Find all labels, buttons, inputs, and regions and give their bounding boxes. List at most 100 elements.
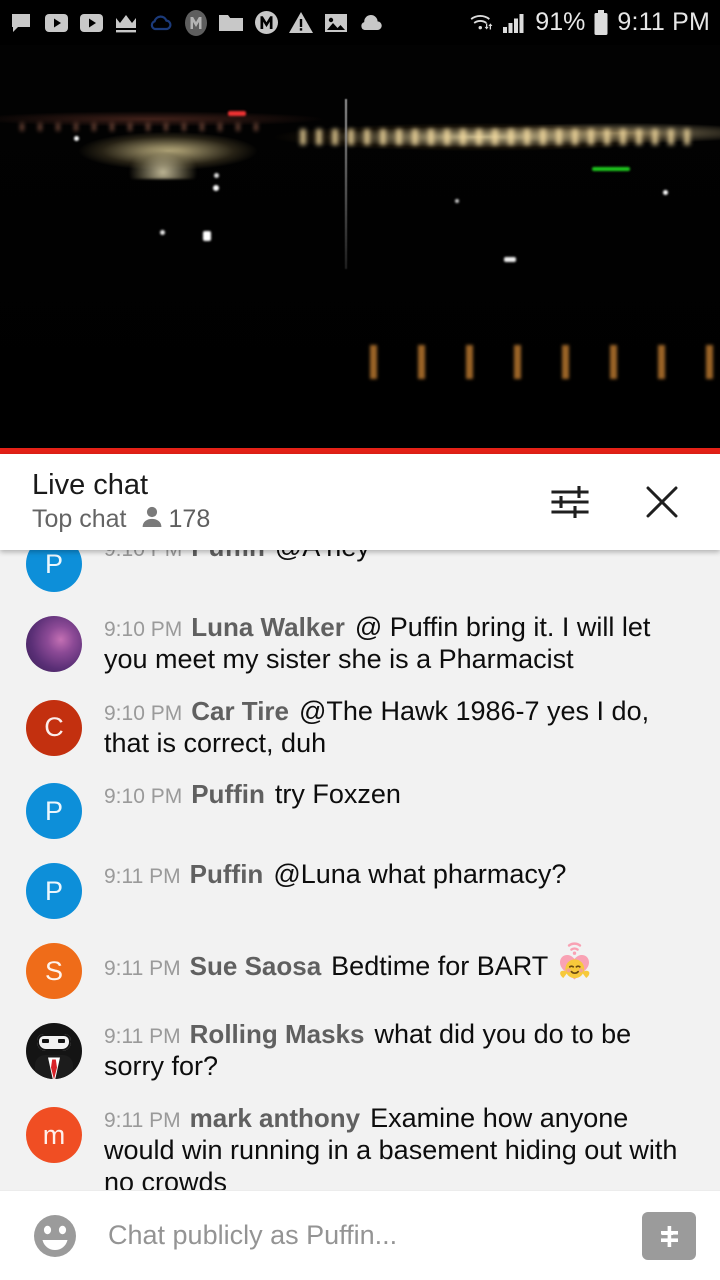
chat-message-body: 9:11 PM Sue Saosa Bedtime for BART [82,939,696,991]
live-chat-title: Live chat [32,468,149,501]
chat-bubble-icon [8,10,34,36]
message-author[interactable]: Puffin [191,779,265,809]
avatar-initial: P [44,550,63,579]
chat-message-line: 9:11 PM Rolling Masks what did you do to b… [104,1019,696,1083]
avatar-initial: m [42,1119,66,1150]
chat-message-body: 9:10 PM Luna Walker @ Puffin bring it. I w… [82,612,696,676]
video-light-point [455,199,459,203]
live-video-player[interactable] [0,45,720,454]
message-timestamp: 9:10 PM [104,701,183,725]
video-light-point [160,230,165,235]
video-light-point [592,167,630,171]
live-chat-header-actions [542,474,696,530]
chat-message[interactable]: P 9:10 PM Puffin @A hey [0,550,720,602]
message-author[interactable]: Car Tire [191,696,289,726]
chat-message-body: 9:11 PM mark anthony Examine how anyone wo… [82,1103,696,1190]
chat-message-line: 9:10 PM Puffin try Foxzen [104,779,696,811]
message-timestamp: 9:11 PM [104,865,181,889]
avatar[interactable]: P [26,783,82,840]
chat-message[interactable]: P 9:10 PM Puffin try Foxzen [0,769,720,849]
message-timestamp: 9:10 PM [104,785,183,809]
video-light-point [214,173,219,178]
avatar[interactable] [26,616,82,672]
crown-icon [113,10,139,36]
avatar[interactable]: S [26,943,82,1000]
message-text: @The Hawk 1986-7 yes I do, that is corre… [104,695,650,758]
warning-triangle-icon [288,10,314,36]
chat-message[interactable]: m 9:11 PM mark anthony Examine how anyone … [0,1093,720,1190]
viewer-count-label: 178 [168,505,211,534]
message-timestamp: 9:11 PM [104,957,181,981]
avatar-mask-eye [58,1039,65,1044]
viewer-count-group: 178 [141,505,211,534]
video-monument-mast [345,99,347,269]
status-bar: 91% 9:11 PM [0,0,720,45]
video-memorial-dome [118,131,208,179]
avatar-initial: P [44,795,63,826]
cellular-signal-icon [502,10,526,36]
message-timestamp: 9:11 PM [104,1025,181,1049]
avatar[interactable]: P [26,550,82,592]
folder-icon [218,10,244,36]
chat-message-line: 9:11 PM Sue Saosa Bedtime for BART [104,939,696,991]
video-light-point [203,231,211,241]
chat-message-line: 9:10 PM Puffin @A hey [104,550,696,564]
message-text: @A hey [275,550,370,562]
m-badge-icon [253,10,279,36]
chat-message-body: 9:11 PM Puffin @Luna what pharmacy? [82,859,696,891]
cloud-filled-icon [358,10,384,36]
video-light-point [213,185,219,191]
chat-message[interactable]: P 9:11 PM Puffin @Luna what pharmacy? [0,849,720,929]
avatar[interactable]: m [26,1107,82,1164]
chat-message-line: 9:10 PM Luna Walker @ Puffin bring it. I w… [104,612,696,676]
chat-message[interactable]: 9:10 PM Luna Walker @ Puffin bring it. I w… [0,602,720,686]
youtube-live-chat-screen: 91% 9:11 PM Live chat Top chat 178 P 9:1… [0,0,720,1280]
hugging-face-heart-emoji [554,939,596,991]
video-light-point [663,190,668,195]
message-author[interactable]: Luna Walker [191,612,345,642]
message-author[interactable]: Puffin [191,550,265,562]
video-ground-lights [370,345,720,379]
message-text: @Luna what pharmacy? [273,859,567,890]
chat-mode-label[interactable]: Top chat [32,505,127,534]
message-timestamp: 9:11 PM [104,1109,181,1133]
close-icon[interactable] [634,474,690,530]
chat-input-field[interactable]: Chat publicly as Puffin... [96,1220,632,1251]
youtube-play-icon [78,10,104,36]
message-text: try Foxzen [274,779,401,810]
video-skyline-lights [300,129,700,145]
avatar[interactable]: C [26,699,82,756]
avatar[interactable]: P [26,863,82,920]
chat-message[interactable]: C 9:10 PM Car Tire @The Hawk 1986-7 yes I … [0,686,720,770]
m-circle-icon [183,9,209,36]
message-timestamp: 9:10 PM [104,550,182,561]
message-author[interactable]: Rolling Masks [190,1019,365,1049]
chat-message-line: 9:11 PM Puffin @Luna what pharmacy? [104,859,696,891]
clock-label: 9:11 PM [617,8,710,36]
message-timestamp: 9:10 PM [104,618,183,641]
message-author[interactable]: Sue Saosa [190,951,322,981]
avatar[interactable] [26,1023,82,1080]
message-author[interactable]: Puffin [190,859,264,889]
video-distant-lights-left [20,123,270,131]
chat-settings-icon[interactable] [542,474,598,530]
avatar-initial: P [44,875,63,906]
video-light-point [228,111,246,116]
chat-input-bar: Chat publicly as Puffin... [0,1190,720,1280]
chat-message[interactable]: 9:11 PM Rolling Masks what did you do to b… [0,1009,720,1093]
battery-icon [592,9,610,36]
wifi-icon [469,10,495,36]
video-light-point [504,257,516,262]
battery-percent-label: 91% [535,8,586,36]
status-bar-notification-icons [8,9,469,36]
live-chat-header: Live chat Top chat 178 [0,454,720,550]
live-chat-message-list[interactable]: P 9:10 PM Puffin @A hey 9:10 PM Luna Walker… [0,550,720,1190]
emoji-smiley-icon[interactable] [24,1205,86,1267]
chat-message-line: 9:11 PM mark anthony Examine how anyone wo… [104,1103,696,1190]
super-chat-dollar-icon[interactable] [642,1211,696,1260]
chat-message[interactable]: S 9:11 PM Sue Saosa Bedtime for BART [0,929,720,1009]
message-author[interactable]: mark anthony [190,1103,361,1133]
youtube-play-icon [43,10,69,36]
chat-message-body: 9:10 PM Puffin try Foxzen [82,779,696,811]
live-chat-title-group: Live chat Top chat 178 [32,468,542,535]
